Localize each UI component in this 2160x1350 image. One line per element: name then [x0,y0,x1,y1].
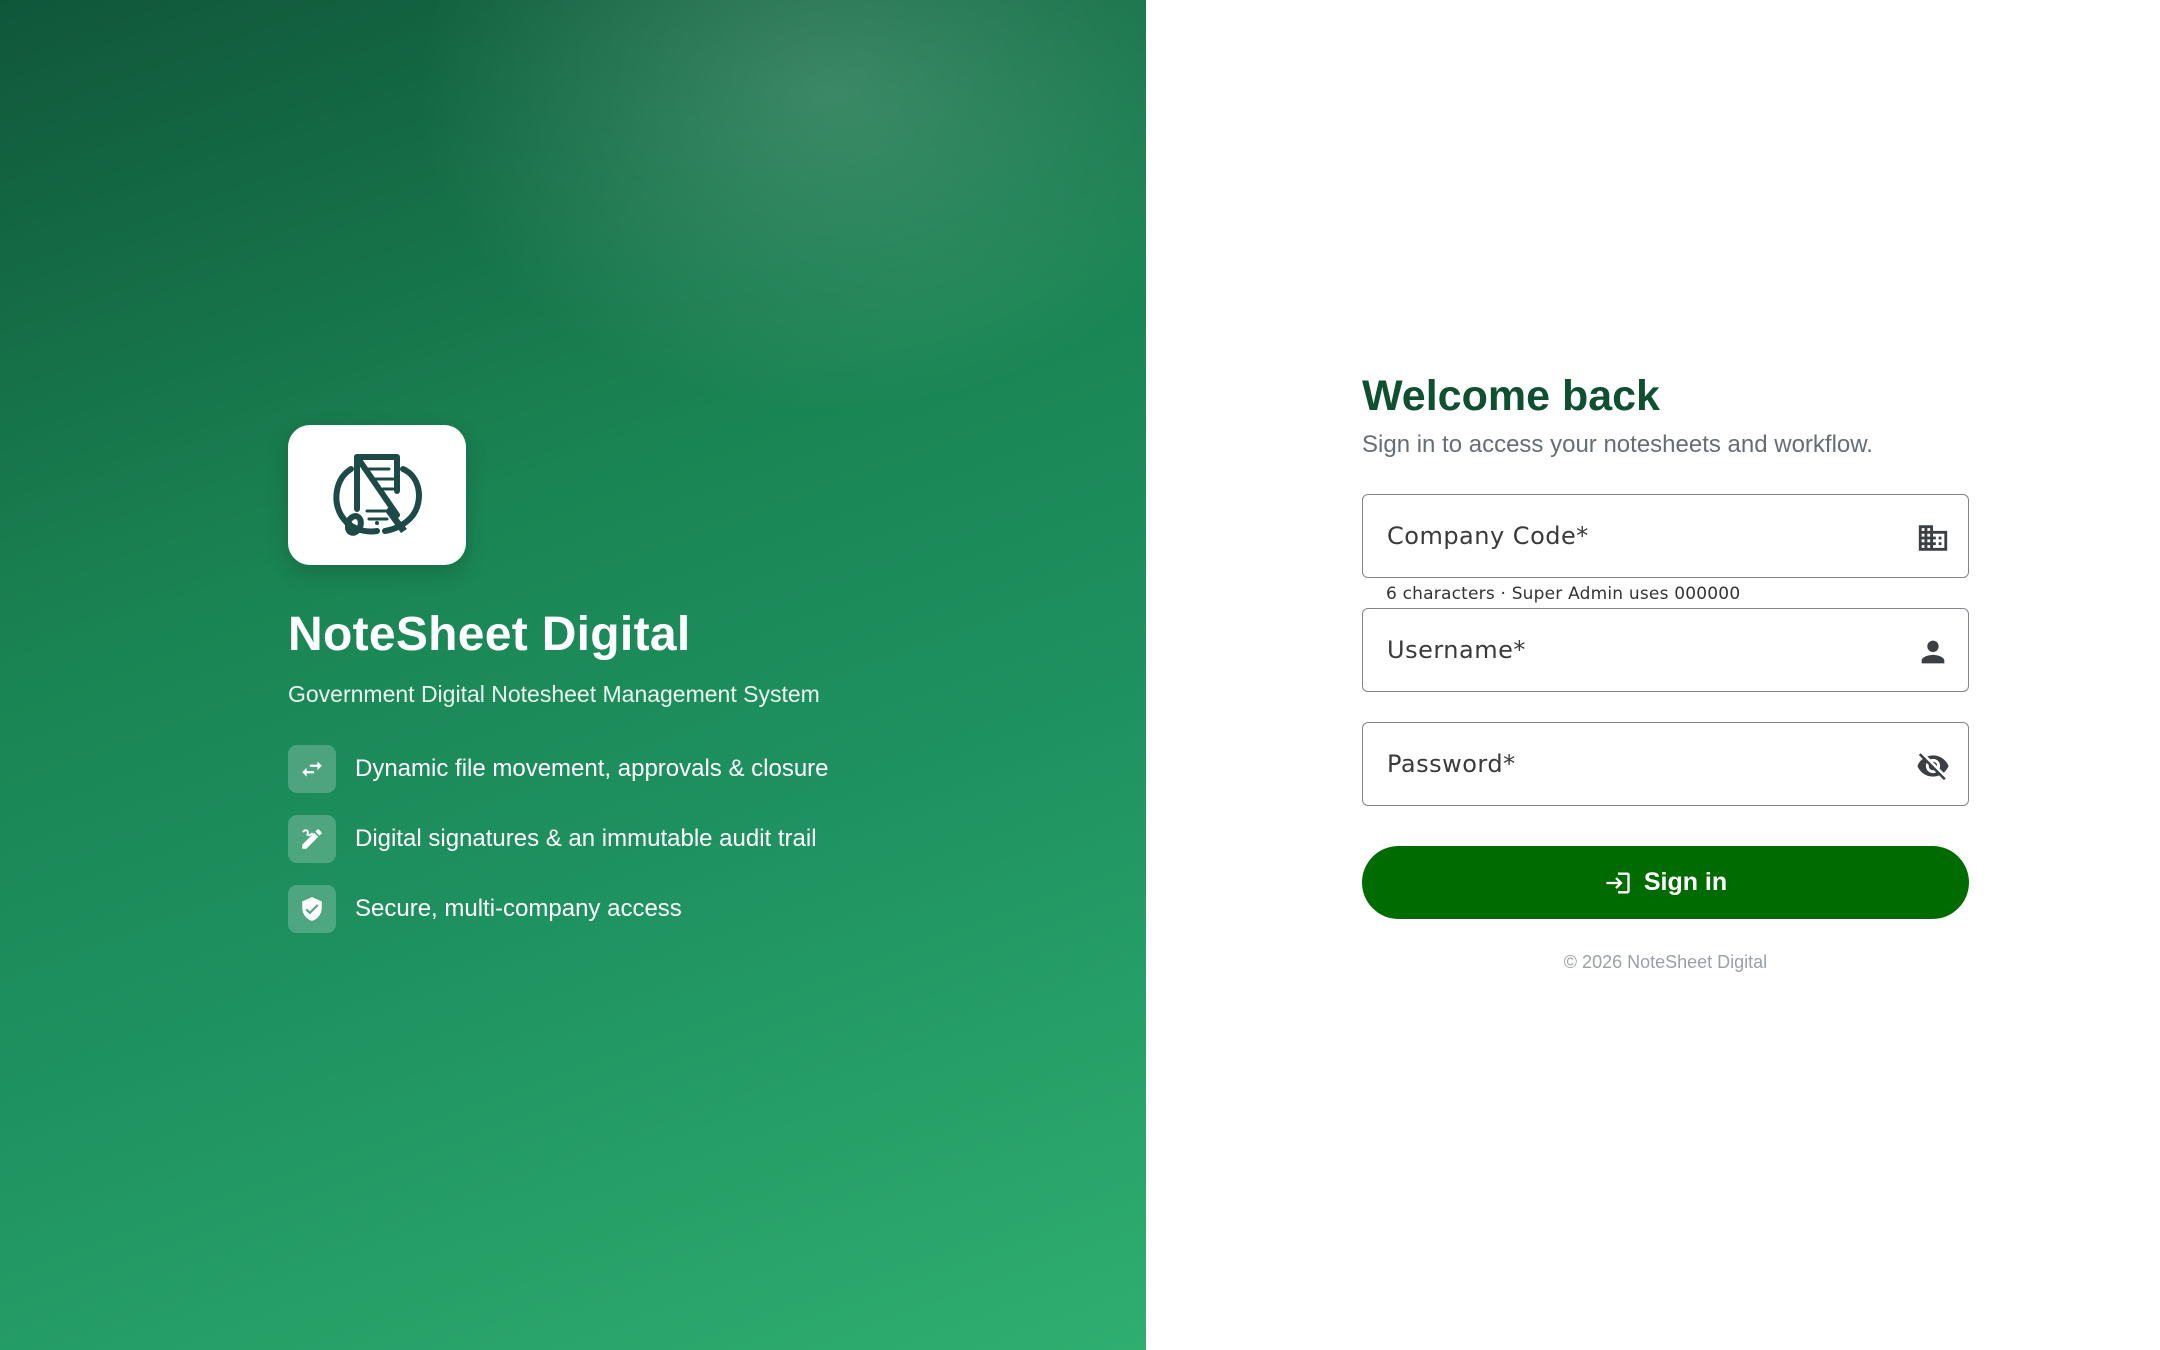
feature-item: Secure, multi-company access [288,885,1048,933]
feature-item: Digital signatures & an immutable audit … [288,815,1048,863]
sign-in-label: Sign in [1643,868,1728,896]
feature-item: Dynamic file movement, approvals & closu… [288,745,1048,793]
eye-off-icon[interactable] [1916,749,1950,783]
feature-label: Digital signatures & an immutable audit … [355,825,817,852]
company-code-helper: 6 characters · Super Admin uses 000000 [1386,584,1741,604]
feature-label: Dynamic file movement, approvals & closu… [355,755,829,782]
swap-arrows-icon [288,745,336,793]
welcome-heading: Welcome back [1362,372,1660,420]
login-icon [1606,872,1630,893]
shield-check-icon [288,885,336,933]
notesheet-logo-icon [333,454,422,536]
company-code-field[interactable] [1362,494,1969,578]
username-field[interactable] [1362,608,1969,692]
login-form: Welcome back Sign in to access your note… [1362,372,1969,973]
sign-in-button[interactable]: Sign in [1362,846,1969,919]
signature-pen-icon [288,815,336,863]
copyright-footer: © 2026 NoteSheet Digital [1563,952,1768,972]
app-subtitle: Government Digital Notesheet Management … [288,681,820,707]
person-icon [1921,640,1945,664]
password-field[interactable] [1362,722,1969,806]
feature-list: Dynamic file movement, approvals & closu… [288,745,1048,933]
welcome-subheading: Sign in to access your notesheets and wo… [1362,431,1873,458]
company-code-input[interactable] [1363,495,1968,577]
username-input[interactable] [1363,609,1968,691]
app-title: NoteSheet Digital [288,608,691,661]
building-icon [1918,525,1948,551]
password-input[interactable] [1363,723,1968,805]
feature-label: Secure, multi-company access [355,895,682,922]
brand-panel: NoteSheet Digital Government Digital Not… [0,0,1146,1350]
brand-content: NoteSheet Digital Government Digital Not… [288,425,1048,955]
logo-card [288,425,466,565]
